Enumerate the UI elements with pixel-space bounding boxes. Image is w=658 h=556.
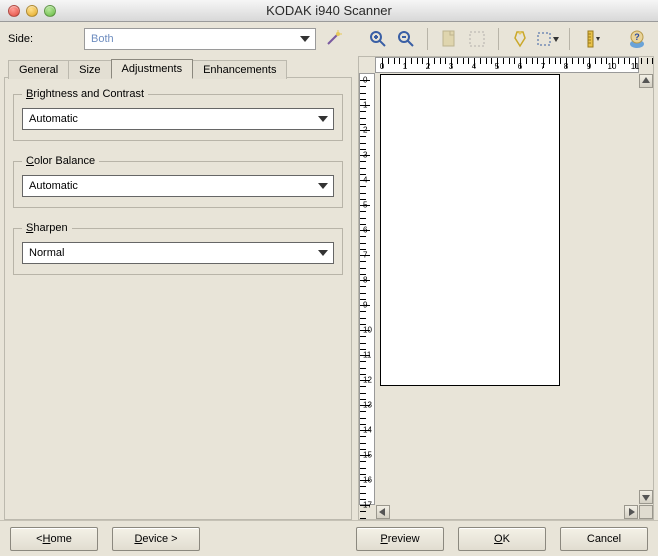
zoom-window-button[interactable] [44,5,56,17]
side-combobox[interactable]: Both [84,28,316,50]
group-label: Brightness and Contrast [22,88,148,100]
measure-icon[interactable] [580,28,602,50]
svg-text:?: ? [634,32,640,42]
device-button[interactable]: Device > [112,527,200,551]
page-icon[interactable] [438,28,460,50]
scroll-down-button[interactable] [639,490,653,504]
marquee-icon[interactable] [466,28,488,50]
scroll-left-button[interactable] [376,505,390,519]
group-label: Color Balance [22,155,99,167]
tab-general[interactable]: General [8,60,69,79]
page-outline[interactable] [380,74,560,386]
brightness-contrast-dropdown[interactable]: Automatic [22,108,334,130]
close-window-button[interactable] [8,5,20,17]
toolbar-separator [569,28,570,50]
window-title: KODAK i940 Scanner [0,3,658,18]
preview-pane: 01234567891011 0123456789101112131415161… [358,56,654,520]
tab-size[interactable]: Size [68,60,111,79]
group-color-balance: Color Balance Automatic [13,155,343,208]
chevron-down-icon [297,30,313,48]
tool-dropdown-icon[interactable] [537,28,559,50]
top-toolbar: Side: Both [0,22,658,56]
tab-strip: General Size Adjustments Enhancements [4,56,352,78]
tab-page-adjustments: Brightness and Contrast Automatic Color … [4,77,352,520]
dropdown-value: Automatic [29,180,78,192]
titlebar: KODAK i940 Scanner [0,0,658,22]
zoom-in-icon[interactable] [367,28,389,50]
help-icon[interactable]: ? [624,28,650,50]
chevron-down-icon [315,110,331,128]
wand-icon[interactable] [322,28,344,50]
zoom-out-icon[interactable] [395,28,417,50]
chevron-down-icon [315,244,331,262]
resize-grip[interactable] [639,505,653,519]
sharpen-dropdown[interactable]: Normal [22,242,334,264]
highlight-icon[interactable] [509,28,531,50]
group-brightness-contrast: Brightness and Contrast Automatic [13,88,343,141]
group-label: Sharpen [22,222,72,234]
toolbar-separator [498,28,499,50]
preview-button[interactable]: Preview [356,527,444,551]
group-sharpen: Sharpen Normal [13,222,343,275]
bottom-button-bar: < Home Device > Preview OK Cancel [0,520,658,556]
home-button[interactable]: < Home [10,527,98,551]
ruler-vertical: 01234567891011121314151617 [359,73,375,505]
minimize-window-button[interactable] [26,5,38,17]
side-label: Side: [8,33,78,45]
cancel-label: Cancel [587,533,621,545]
scroll-up-button[interactable] [639,74,653,88]
ruler-horizontal: 01234567891011 [375,57,639,73]
tab-adjustments[interactable]: Adjustments [111,59,194,78]
color-balance-dropdown[interactable]: Automatic [22,175,334,197]
toolbar-separator [427,28,428,50]
dropdown-value: Normal [29,247,64,259]
side-value: Both [91,33,114,45]
preview-canvas[interactable] [376,74,638,504]
cancel-button[interactable]: Cancel [560,527,648,551]
settings-pane: General Size Adjustments Enhancements Br… [4,56,352,520]
tab-enhancements[interactable]: Enhancements [192,60,287,79]
ok-button[interactable]: OK [458,527,546,551]
dropdown-value: Automatic [29,113,78,125]
scroll-right-button[interactable] [624,505,638,519]
chevron-down-icon [315,177,331,195]
